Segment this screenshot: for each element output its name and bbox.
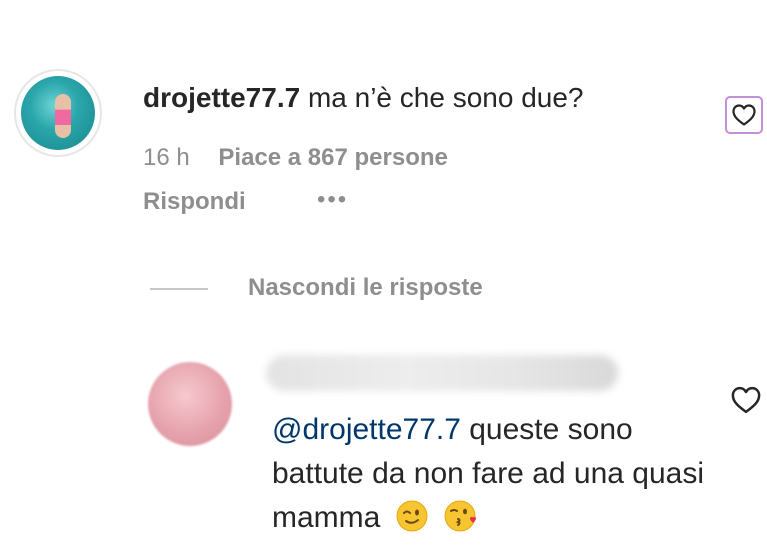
comment-body: drojette77.7 ma n’è che sono due? bbox=[143, 80, 583, 116]
comment-username[interactable]: drojette77.7 bbox=[143, 82, 300, 113]
winking-face-emoji bbox=[396, 500, 428, 532]
comment-text: ma n’è che sono due? bbox=[307, 82, 584, 113]
reply-body: @drojette77.7 queste sono battute da non… bbox=[272, 408, 712, 540]
heart-outline-icon bbox=[731, 386, 761, 414]
reply-like-button[interactable] bbox=[731, 386, 761, 416]
thread-divider bbox=[150, 288, 208, 290]
comment-likes-link[interactable]: Piace a 867 persone bbox=[218, 144, 447, 171]
comment-meta: 16 h Piace a 867 persone bbox=[143, 142, 448, 174]
reply-username-blurred bbox=[266, 355, 618, 391]
avatar-image bbox=[21, 76, 95, 150]
reply-avatar-blurred[interactable] bbox=[148, 362, 232, 446]
comment-like-button[interactable] bbox=[725, 96, 763, 134]
avatar-figure bbox=[55, 94, 71, 138]
reply-button[interactable]: Rispondi bbox=[143, 186, 246, 218]
reply-mention-link[interactable]: @drojette77.7 bbox=[272, 413, 461, 446]
commenter-avatar[interactable] bbox=[14, 69, 102, 157]
hide-replies-button[interactable]: Nascondi le risposte bbox=[248, 272, 483, 304]
heart-outline-icon bbox=[732, 104, 756, 126]
comment-time: 16 h bbox=[143, 144, 190, 171]
face-blowing-kiss-emoji bbox=[444, 500, 477, 532]
more-options-icon[interactable]: ••• bbox=[317, 188, 348, 212]
